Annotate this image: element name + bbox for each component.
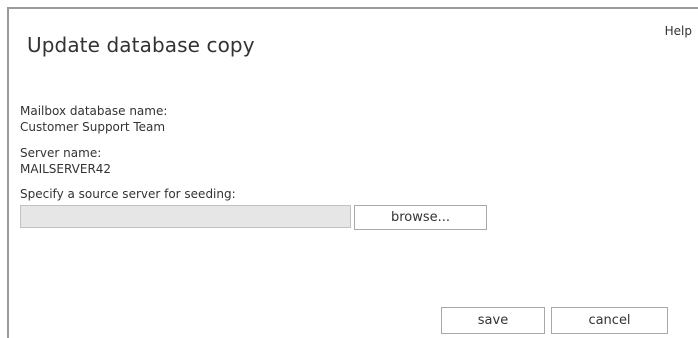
save-button[interactable]: save: [441, 307, 545, 334]
dialog-title: Update database copy: [27, 33, 255, 57]
source-server-label: Specify a source server for seeding:: [20, 187, 236, 201]
mailbox-database-name-label: Mailbox database name:: [20, 104, 168, 118]
server-name-label: Server name:: [20, 146, 102, 160]
server-name-value: MAILSERVER42: [20, 162, 112, 176]
help-link[interactable]: Help: [665, 24, 692, 38]
browse-button[interactable]: browse...: [354, 205, 487, 230]
cancel-button[interactable]: cancel: [551, 307, 668, 334]
source-server-input[interactable]: [20, 205, 351, 228]
update-database-copy-dialog: Help Update database copy Mailbox databa…: [0, 0, 698, 338]
dialog-border-left: [7, 7, 9, 338]
dialog-border-top: [7, 7, 698, 9]
mailbox-database-name-value: Customer Support Team: [20, 120, 166, 134]
